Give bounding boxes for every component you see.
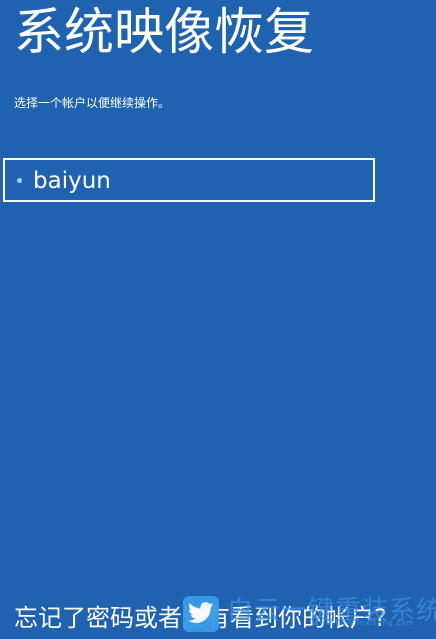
instruction-text: 选择一个帐户以便继续操作。 [14,96,171,110]
account-list-item[interactable]: baiyun [3,158,375,202]
account-name: baiyun [33,168,111,194]
page-title: 系统映像恢复 [14,3,314,61]
forgot-password-link[interactable]: 忘记了密码或者没有看到你的帐户? [14,598,387,638]
account-bullet-icon [17,178,22,183]
recovery-screen: 系统映像恢复 选择一个帐户以便继续操作。 baiyun 忘记了密码或者没有看到你… [0,0,436,639]
